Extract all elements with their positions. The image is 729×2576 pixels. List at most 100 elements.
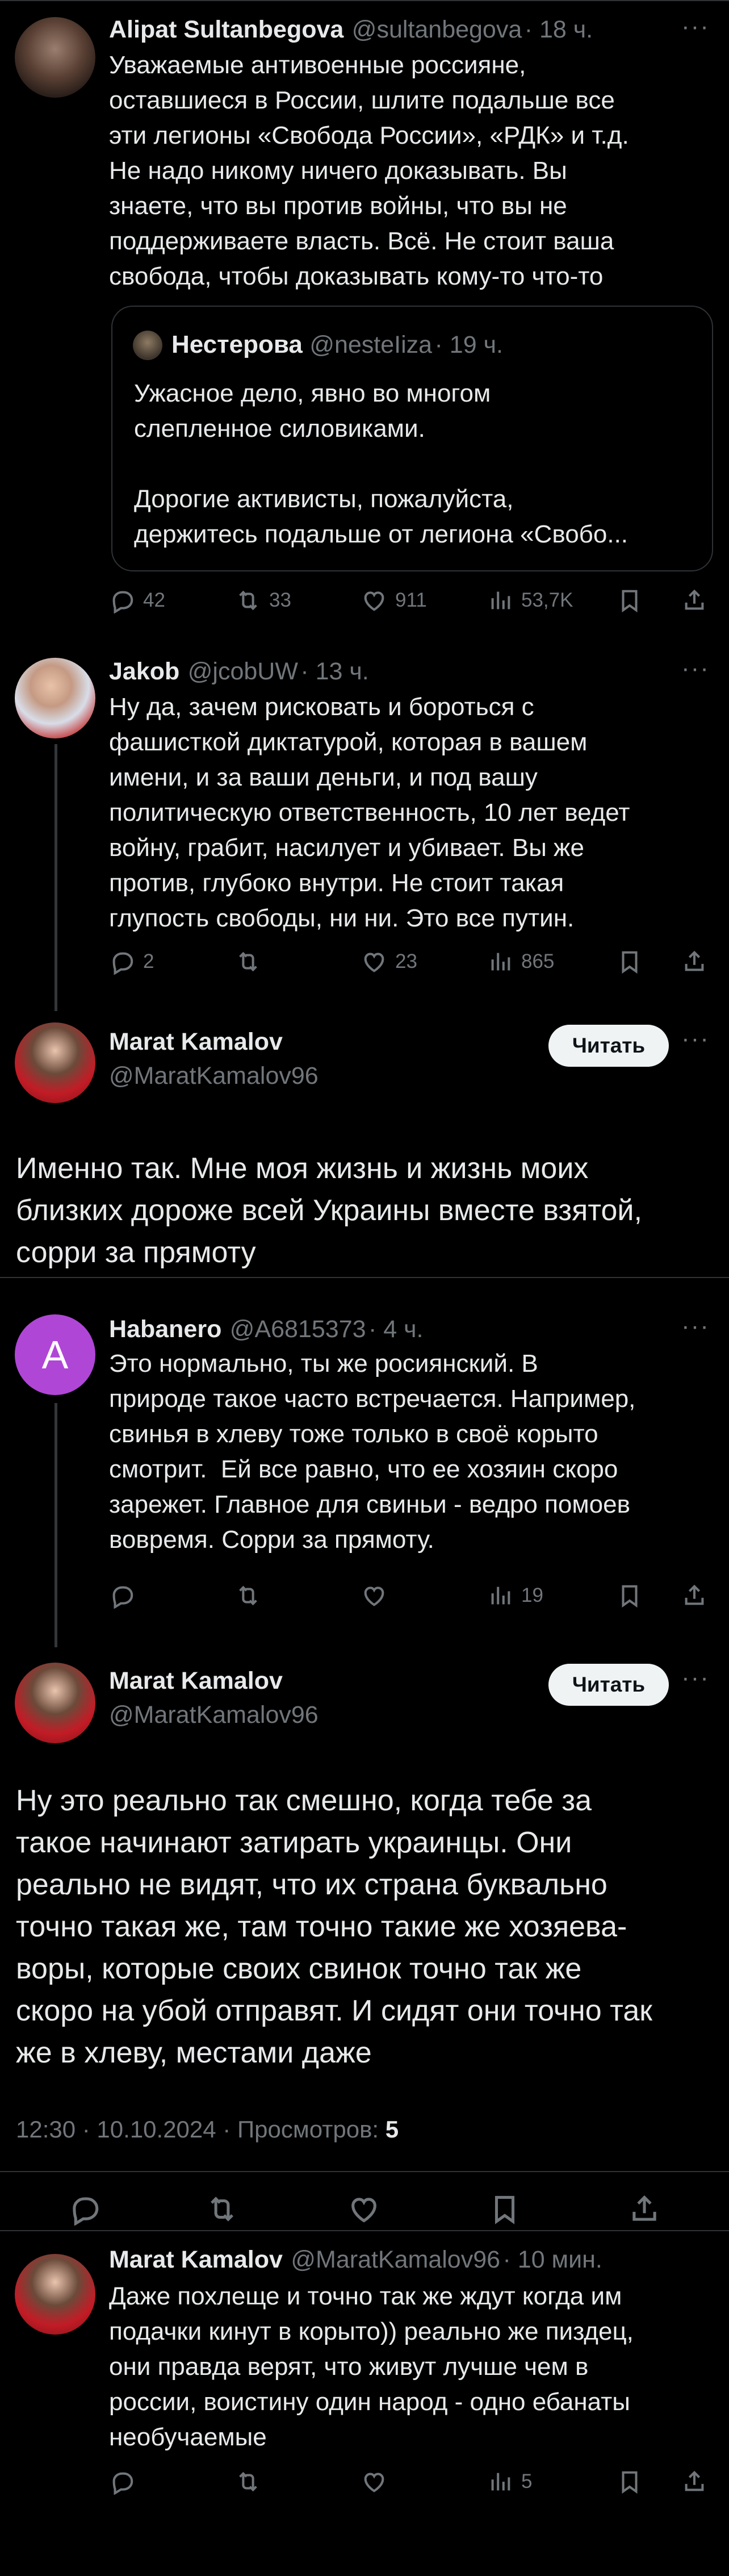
tweet-time[interactable]: · 18 ч. (525, 16, 593, 43)
tweet-text: Ну да, зачем рисковать и бороться с фаши… (109, 693, 630, 932)
views-button[interactable]: 53,7K (487, 587, 573, 613)
share-button[interactable] (681, 587, 707, 613)
share-icon (628, 2193, 661, 2226)
reply-button[interactable] (109, 2469, 135, 2495)
bookmark-button[interactable] (617, 1583, 643, 1609)
reply-button[interactable]: 2 (109, 949, 154, 975)
retweet-button[interactable] (235, 1583, 261, 1609)
bookmark-button[interactable] (617, 587, 643, 613)
share-button[interactable] (681, 2469, 707, 2495)
author-handle[interactable]: @jcobUW (188, 658, 298, 685)
like-icon (361, 949, 387, 975)
bookmark-icon (617, 2469, 643, 2495)
tweet-text: Уважаемые антивоенные россияне, оставшие… (109, 51, 629, 290)
views-button[interactable]: 5 (487, 2469, 532, 2495)
author-handle[interactable]: @MaratKamalov96 (109, 1701, 319, 1729)
reply-button[interactable] (109, 1583, 135, 1609)
tweet-meta: 12:30 · 10.10.2024 · Просмотров: 5 (16, 2116, 399, 2143)
author-name[interactable]: Habanero (109, 1316, 221, 1343)
follow-button[interactable]: Читать (548, 1664, 669, 1706)
tweet-text: Именно так. Мне моя жизнь и жизнь моих б… (16, 1152, 642, 1269)
avatar[interactable] (15, 1022, 95, 1103)
more-icon[interactable]: ··· (681, 1312, 710, 1341)
views-button[interactable]: 19 (487, 1583, 543, 1609)
quote-author-name: Нестерова (171, 331, 303, 358)
tweet-time[interactable]: · 4 ч. (368, 1316, 423, 1343)
tweet-jakob[interactable]: Jakob @jcobUW · 13 ч. ··· Ну да, зачем р… (0, 648, 729, 1011)
retweet-button[interactable]: 33 (235, 587, 291, 613)
like-icon (361, 1583, 387, 1609)
reply-icon (109, 2469, 135, 2495)
author-name[interactable]: Jakob (109, 658, 179, 685)
like-button[interactable] (361, 2469, 387, 2495)
bookmark-button[interactable] (617, 949, 643, 975)
author-handle[interactable]: @MaratKamalov96 (291, 2246, 500, 2273)
timestamp[interactable]: 12:30 · 10.10.2024 · Просмотров: (16, 2116, 386, 2143)
like-button[interactable] (347, 2193, 380, 2226)
tweet-text: Это нормально, ты же росиянский. В приро… (109, 1350, 636, 1554)
author-name[interactable]: Alipat Sultanbegova (109, 16, 343, 43)
author-handle[interactable]: @MaratKamalov96 (109, 1062, 319, 1090)
quote-author-handle: @nesteIiza (309, 331, 433, 358)
retweet-icon (235, 1583, 261, 1609)
thread-line (55, 744, 57, 1011)
more-icon[interactable]: ··· (681, 12, 710, 41)
retweet-button[interactable] (235, 949, 269, 975)
quote-time: · 19 ч. (434, 331, 503, 358)
tweet-habanero[interactable]: A Habanero @A6815373 · 4 ч. ··· Это норм… (0, 1278, 729, 1653)
avatar[interactable] (15, 17, 95, 98)
avatar[interactable] (15, 658, 95, 738)
more-icon[interactable]: ··· (681, 654, 710, 683)
retweet-icon (235, 2469, 261, 2495)
reply-button[interactable] (68, 2193, 101, 2226)
views-icon (487, 587, 513, 613)
views-icon (487, 1583, 513, 1609)
like-button[interactable]: 911 (361, 587, 427, 613)
author-name[interactable]: Marat Kamalov (109, 1667, 283, 1695)
retweet-icon (206, 2193, 238, 2226)
share-button[interactable] (628, 2193, 661, 2226)
share-icon (681, 2469, 707, 2495)
bookmark-button[interactable] (617, 2469, 643, 2495)
like-button[interactable] (361, 1583, 387, 1609)
bookmark-icon (617, 1583, 643, 1609)
more-icon[interactable]: ··· (681, 1664, 710, 1692)
retweet-button[interactable] (206, 2193, 238, 2226)
share-button[interactable] (681, 1583, 707, 1609)
share-button[interactable] (681, 949, 707, 975)
avatar[interactable]: A (15, 1314, 95, 1395)
share-icon (681, 949, 707, 975)
avatar[interactable] (15, 2254, 95, 2335)
views-count: 5 (385, 2116, 399, 2143)
quoted-tweet[interactable]: Нестерова @nesteIiza · 19 ч. Ужасное дел… (111, 306, 713, 571)
tweet-alipat[interactable]: Alipat Sultanbegova @sultanbegova · 18 ч… (0, 0, 729, 648)
author-name[interactable]: Marat Kamalov (109, 2246, 283, 2273)
views-icon (487, 2469, 513, 2495)
tweet-marat-focus-1[interactable]: Marat Kamalov @MaratKamalov96 Читать ···… (0, 1011, 729, 1278)
tweet-marat-focus-2[interactable]: Marat Kamalov @MaratKamalov96 Читать ···… (0, 1650, 729, 2230)
views-button[interactable]: 865 (487, 949, 554, 975)
author-handle[interactable]: @A6815373 (230, 1316, 366, 1343)
avatar-letter: A (41, 1333, 69, 1377)
tweet-time[interactable]: · 10 мин. (503, 2246, 602, 2273)
quote-avatar (133, 331, 162, 360)
bookmark-icon (617, 949, 643, 975)
reply-icon (109, 1583, 135, 1609)
avatar[interactable] (15, 1663, 95, 1743)
bookmark-icon (617, 587, 643, 613)
bookmark-button[interactable] (488, 2193, 521, 2226)
author-name[interactable]: Marat Kamalov (109, 1028, 283, 1056)
follow-button[interactable]: Читать (548, 1025, 669, 1067)
share-icon (681, 1583, 707, 1609)
more-icon[interactable]: ··· (681, 1025, 710, 1053)
like-button[interactable]: 23 (361, 949, 417, 975)
like-icon (361, 587, 387, 613)
tweet-text: Даже похлеще и точно так же ждут когда и… (109, 2282, 634, 2451)
reply-icon (109, 587, 135, 613)
quote-text: Ужасное дело, явно во многом слепленное … (134, 379, 629, 548)
reply-button[interactable]: 42 (109, 587, 165, 613)
retweet-button[interactable] (235, 2469, 261, 2495)
tweet-marat-reply[interactable]: Marat Kamalov @MaratKamalov96 · 10 мин. … (0, 2231, 729, 2576)
author-handle[interactable]: @sultanbegova (352, 16, 522, 43)
tweet-time[interactable]: · 13 ч. (300, 658, 368, 685)
